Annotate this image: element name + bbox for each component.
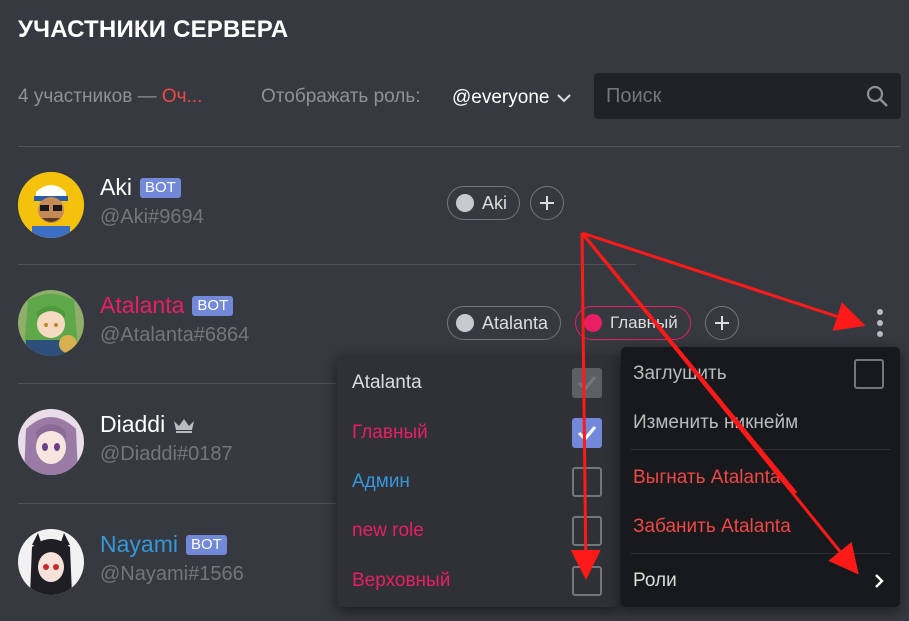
role-pill-label: Atalanta xyxy=(482,312,549,333)
member-name: Nayami BOT xyxy=(100,531,227,558)
role-option-supreme[interactable]: Верховный xyxy=(352,564,602,598)
add-role-button[interactable] xyxy=(530,186,564,220)
member-row-diaddi[interactable]: Diaddi @Diaddi#0187 xyxy=(18,409,328,479)
role-pill-label: Главный xyxy=(610,313,678,332)
avatar xyxy=(18,529,84,595)
plus-icon xyxy=(715,316,729,330)
bot-badge: BOT xyxy=(185,534,227,555)
add-role-button[interactable] xyxy=(705,306,739,340)
member-name-text: Diaddi xyxy=(100,411,166,437)
role-option-atalanta[interactable]: Atalanta xyxy=(352,366,602,400)
menu-separator xyxy=(631,553,890,554)
bot-badge: BOT xyxy=(139,177,181,198)
checkmark-icon xyxy=(577,376,597,392)
role-checkbox[interactable] xyxy=(572,467,602,497)
avatar xyxy=(18,409,84,475)
role-filter-label: Отображать роль: xyxy=(261,86,421,107)
member-count: 4 участников — Оч... xyxy=(18,86,202,108)
role-option-main[interactable]: Главный xyxy=(352,416,602,450)
avatar xyxy=(18,290,84,356)
owner-crown-icon xyxy=(174,418,195,433)
role-pill-main[interactable]: Главный xyxy=(575,306,691,340)
divider xyxy=(18,264,636,265)
menu-item-label: Изменить никнейм xyxy=(633,412,799,433)
menu-item-label: Заглушить xyxy=(633,363,727,384)
role-checkbox[interactable] xyxy=(572,368,602,398)
member-count-truncated: Оч... xyxy=(161,86,203,107)
chevron-down-icon xyxy=(557,93,572,102)
member-tag: @Diaddi#0187 xyxy=(100,443,233,465)
search-input[interactable] xyxy=(594,73,844,119)
role-option-new-role[interactable]: new role xyxy=(352,514,602,548)
search-icon[interactable] xyxy=(865,84,889,108)
plus-icon xyxy=(540,196,554,210)
role-pill-label: Aki xyxy=(482,192,508,213)
member-row-aki[interactable]: Aki BOT @Aki#9694 xyxy=(18,172,438,242)
role-option-admin[interactable]: Админ xyxy=(352,465,602,499)
avatar xyxy=(18,172,84,238)
role-filter-dropdown[interactable]: @everyone xyxy=(452,84,572,112)
member-context-menu: Заглушить Изменить никнейм Выгнать Atala… xyxy=(621,347,900,607)
member-count-text: 4 участников — xyxy=(18,86,162,107)
role-checkbox[interactable] xyxy=(572,566,602,596)
role-filter-value: @everyone xyxy=(452,87,550,108)
member-tag: @Atalanta#6864 xyxy=(100,324,250,346)
menu-separator xyxy=(631,449,890,450)
member-name: Atalanta BOT xyxy=(100,292,234,319)
role-checkbox[interactable] xyxy=(572,418,602,448)
member-name: Diaddi xyxy=(100,411,195,438)
menu-item-change-nickname[interactable]: Изменить никнейм xyxy=(633,406,888,440)
role-option-label: Atalanta xyxy=(352,372,422,393)
more-vertical-icon xyxy=(877,309,883,337)
member-name-text: Aki xyxy=(100,174,132,200)
menu-item-label: Роли xyxy=(633,570,677,591)
chevron-right-icon xyxy=(875,574,884,588)
member-name: Aki BOT xyxy=(100,174,181,201)
divider xyxy=(18,383,336,384)
member-row-nayami[interactable]: Nayami BOT @Nayami#1566 xyxy=(18,529,328,599)
mute-checkbox[interactable] xyxy=(854,359,884,389)
role-option-label: Главный xyxy=(352,422,428,443)
role-option-label: new role xyxy=(352,520,424,541)
divider xyxy=(18,503,336,504)
menu-item-roles[interactable]: Роли xyxy=(633,564,888,598)
more-options-button[interactable] xyxy=(873,308,887,338)
member-name-text: Nayami xyxy=(100,531,178,557)
role-color-dot xyxy=(456,314,474,332)
checkmark-icon xyxy=(577,426,597,442)
member-tag: @Aki#9694 xyxy=(100,206,204,228)
role-color-dot xyxy=(456,194,474,212)
menu-item-ban[interactable]: Забанить Atalanta xyxy=(633,510,888,544)
menu-item-kick[interactable]: Выгнать Atalanta xyxy=(633,461,888,495)
role-checkbox[interactable] xyxy=(572,516,602,546)
member-name-text: Atalanta xyxy=(100,292,185,318)
bot-badge: BOT xyxy=(192,295,234,316)
menu-item-label: Забанить Atalanta xyxy=(633,516,791,537)
role-color-dot xyxy=(584,314,602,332)
member-tag: @Nayami#1566 xyxy=(100,563,244,585)
role-pill-atalanta[interactable]: Atalanta xyxy=(447,306,562,340)
member-row-atalanta[interactable]: Atalanta BOT @Atalanta#6864 xyxy=(18,290,438,360)
search-box[interactable] xyxy=(594,73,901,119)
divider xyxy=(18,146,901,147)
role-select-popout: Atalanta Главный Админ new role Верховны… xyxy=(337,355,619,607)
menu-item-mute[interactable]: Заглушить xyxy=(633,357,888,391)
menu-item-label: Выгнать Atalanta xyxy=(633,467,781,488)
role-option-label: Верховный xyxy=(352,570,451,591)
page-title: УЧАСТНИКИ СЕРВЕРА xyxy=(18,16,289,43)
role-pill-aki[interactable]: Aki xyxy=(447,186,521,220)
role-option-label: Админ xyxy=(352,471,410,492)
